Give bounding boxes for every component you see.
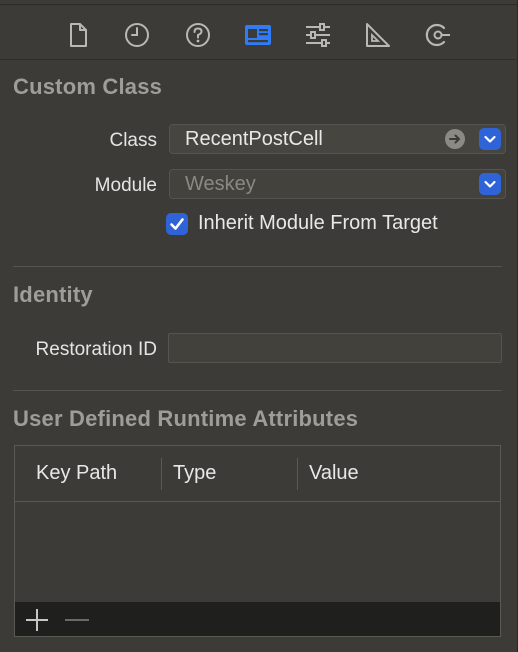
module-combo-box[interactable]: Weskey xyxy=(169,169,506,199)
module-dropdown-button[interactable] xyxy=(479,173,501,195)
connections-inspector-icon[interactable] xyxy=(423,20,453,50)
plus-icon xyxy=(26,609,48,631)
table-footer xyxy=(15,602,500,636)
class-value[interactable]: RecentPostCell xyxy=(185,128,323,151)
remove-attribute-button[interactable] xyxy=(64,607,90,633)
column-header-type[interactable]: Type xyxy=(173,462,216,485)
minus-icon xyxy=(65,619,89,621)
history-inspector-icon[interactable] xyxy=(122,20,152,50)
file-inspector-icon[interactable] xyxy=(63,20,93,50)
table-header: Key Path Type Value xyxy=(15,446,500,502)
quick-help-icon[interactable] xyxy=(183,20,213,50)
section-divider xyxy=(13,390,502,391)
identity-title: Identity xyxy=(13,282,93,307)
chevron-down-icon xyxy=(484,180,496,188)
attributes-inspector-icon[interactable] xyxy=(303,20,333,50)
section-divider xyxy=(13,266,502,267)
add-attribute-button[interactable] xyxy=(24,607,50,633)
toolbar-divider xyxy=(0,59,518,60)
identity-inspector-icon[interactable] xyxy=(243,20,273,50)
checkmark-icon xyxy=(170,218,184,230)
inherit-module-checkbox[interactable] xyxy=(166,213,188,235)
chevron-down-icon xyxy=(484,135,496,143)
column-separator[interactable] xyxy=(161,458,162,490)
custom-class-title: Custom Class xyxy=(13,74,163,99)
inherit-module-label[interactable]: Inherit Module From Target xyxy=(198,212,438,235)
column-header-key-path[interactable]: Key Path xyxy=(36,462,117,485)
module-placeholder[interactable]: Weskey xyxy=(185,173,256,196)
restoration-id-label: Restoration ID xyxy=(35,339,157,360)
class-combo-box[interactable]: RecentPostCell xyxy=(169,124,506,154)
runtime-attributes-title: User Defined Runtime Attributes xyxy=(13,406,359,431)
class-label: Class xyxy=(109,130,157,151)
top-border xyxy=(0,4,518,5)
module-label: Module xyxy=(94,175,157,196)
size-inspector-icon[interactable] xyxy=(363,20,393,50)
column-header-value[interactable]: Value xyxy=(309,462,359,485)
navigate-arrow-icon[interactable] xyxy=(445,129,465,149)
class-dropdown-button[interactable] xyxy=(479,128,501,150)
runtime-attributes-table[interactable]: Key Path Type Value xyxy=(14,445,501,637)
column-separator[interactable] xyxy=(297,458,298,490)
restoration-id-field[interactable] xyxy=(168,333,502,363)
inspector-toolbar xyxy=(0,10,518,56)
